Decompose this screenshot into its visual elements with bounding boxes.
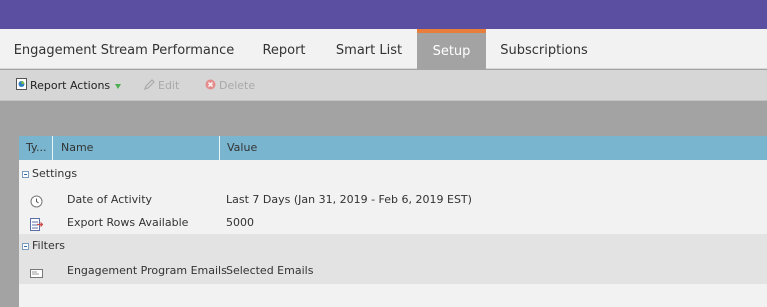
report-actions-button[interactable]: Report Actions (16, 70, 122, 102)
edit-button[interactable]: Edit (144, 70, 179, 101)
delete-button[interactable]: Delete (205, 70, 255, 101)
email-icon (30, 264, 43, 278)
grid-header: Ty... Name Value (19, 136, 767, 160)
delete-icon (205, 71, 216, 102)
chevron-down-icon (115, 83, 122, 89)
column-header-name[interactable]: Name (53, 136, 220, 160)
table-row[interactable]: Export Rows Available 5000 (19, 211, 767, 234)
tab-engagement-stream-performance[interactable]: Engagement Stream Performance (0, 29, 248, 69)
row-name: Export Rows Available (67, 216, 189, 229)
top-header-bar (0, 0, 767, 29)
table-row[interactable]: Date of Activity Last 7 Days (Jan 31, 20… (19, 188, 767, 211)
row-name: Engagement Program Emails (67, 264, 227, 277)
row-name: Date of Activity (67, 193, 153, 206)
tab-smart-list[interactable]: Smart List (320, 29, 418, 69)
clock-icon (30, 193, 43, 208)
group-label: Settings (32, 167, 78, 180)
row-value: Selected Emails (226, 264, 314, 277)
column-header-value[interactable]: Value (220, 136, 257, 160)
row-value: 5000 (226, 216, 254, 229)
report-actions-label: Report Actions (30, 79, 111, 92)
table-row[interactable]: Engagement Program Emails Selected Email… (19, 258, 767, 284)
pencil-icon (144, 71, 155, 102)
tab-report[interactable]: Report (248, 29, 320, 69)
report-icon (16, 71, 27, 102)
tab-setup[interactable]: Setup (417, 29, 486, 69)
group-label: Filters (32, 239, 65, 252)
group-row-settings[interactable]: Settings (19, 162, 767, 186)
column-header-type[interactable]: Ty... (19, 136, 53, 160)
row-value: Last 7 Days (Jan 31, 2019 - Feb 6, 2019 … (226, 193, 472, 206)
edit-label: Edit (158, 79, 180, 92)
tab-subscriptions[interactable]: Subscriptions (486, 29, 602, 69)
collapse-icon[interactable] (22, 242, 29, 250)
toolbar: Report Actions Edit Delete (0, 70, 767, 101)
delete-label: Delete (219, 79, 256, 92)
setup-grid: Ty... Name Value Settings Date of Activi… (19, 136, 767, 307)
tab-bar: Engagement Stream Performance Report Sma… (0, 29, 767, 69)
group-row-filters[interactable]: Filters (19, 234, 767, 258)
export-rows-icon (30, 216, 44, 231)
collapse-icon[interactable] (22, 170, 29, 178)
